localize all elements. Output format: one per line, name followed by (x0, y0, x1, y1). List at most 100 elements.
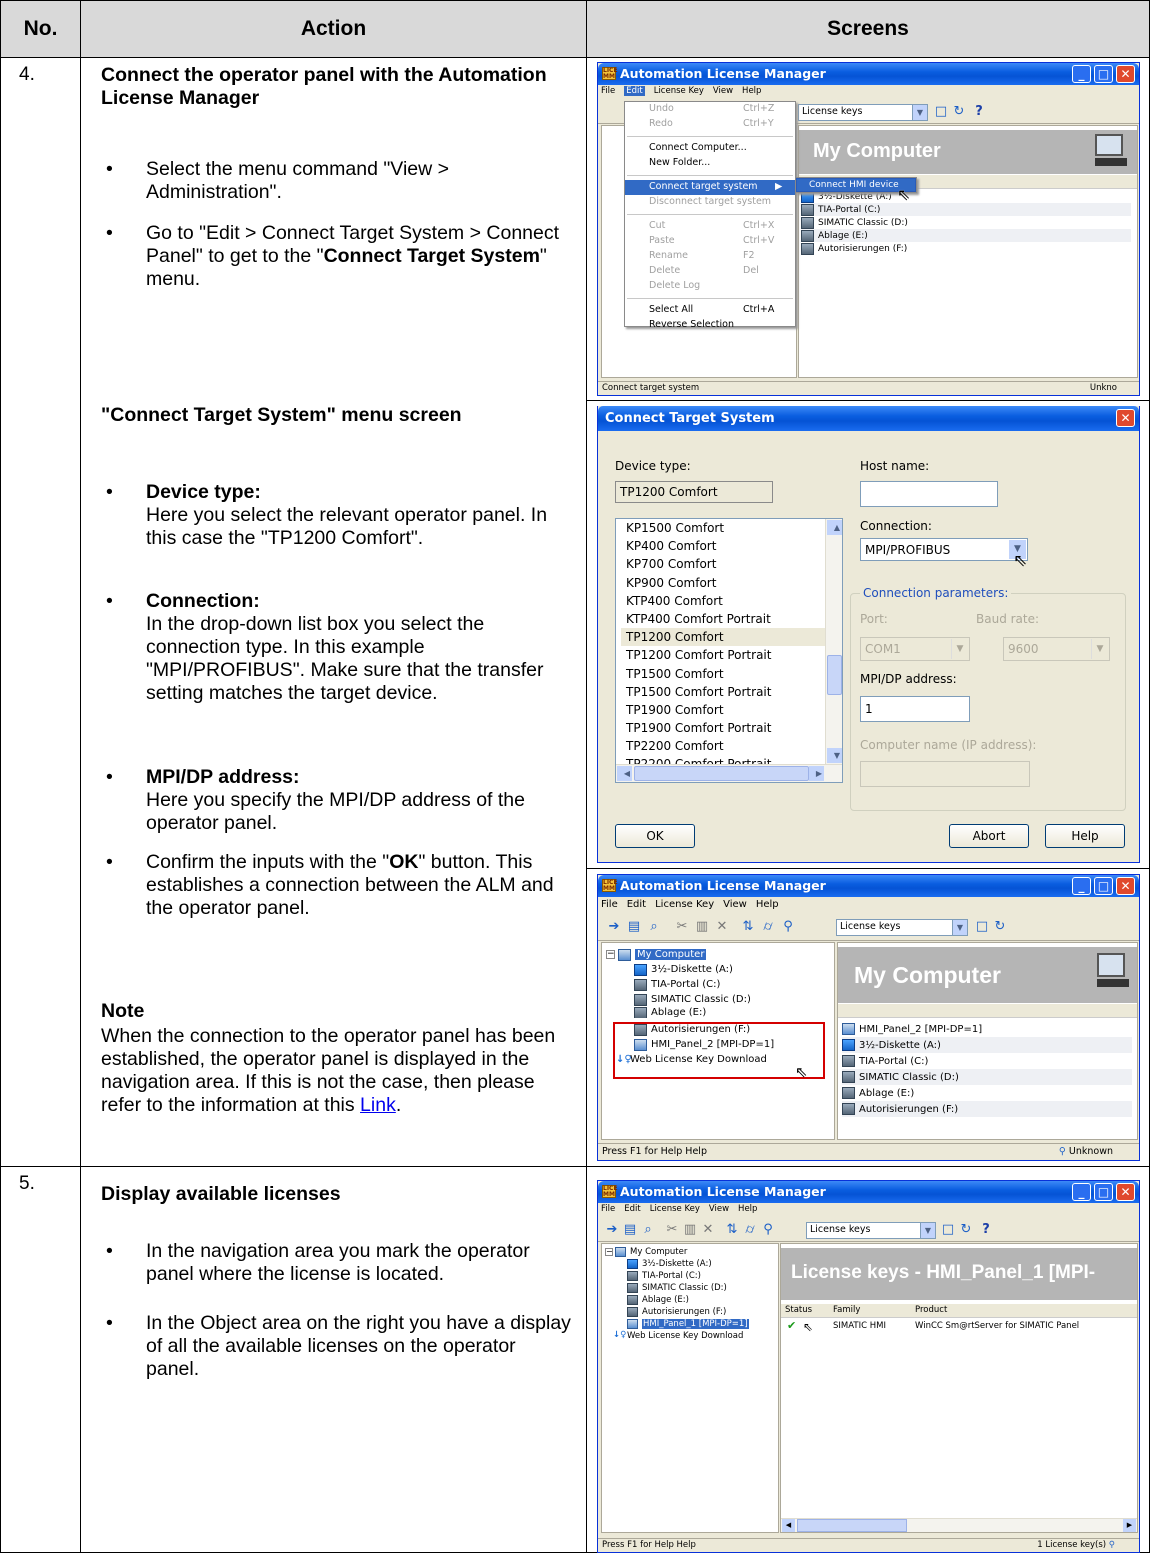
edit-menu-item[interactable]: Disconnect target system (625, 195, 795, 210)
device-list-item[interactable]: KP400 Comfort (621, 537, 842, 555)
col-family[interactable]: Family (833, 1305, 860, 1315)
help-button[interactable]: Help (1045, 824, 1125, 848)
info-link[interactable]: Link (360, 1094, 396, 1116)
edit-menu-item[interactable]: New Folder... (625, 156, 795, 171)
refresh-icon[interactable]: ↻ (958, 1222, 974, 1238)
minimize-icon[interactable]: _ (1072, 1183, 1091, 1201)
maximize-icon[interactable]: □ (1094, 877, 1113, 895)
scroll-thumb[interactable] (634, 766, 809, 781)
connect-icon[interactable]: ⇅ (724, 1222, 740, 1238)
menu-file[interactable]: File (601, 899, 618, 910)
tree-item-my-computer[interactable]: − My Computer (606, 947, 774, 962)
binoculars-icon[interactable]: ⌭ (742, 1222, 758, 1238)
port-select[interactable]: COM1 ▼ (860, 637, 970, 661)
menu-view[interactable]: View (723, 899, 747, 910)
device-list-item[interactable]: TP1900 Comfort Portrait (621, 719, 842, 737)
scrollbar[interactable]: ▲ ▼ (825, 519, 842, 764)
maximize-icon[interactable]: □ (1094, 65, 1113, 83)
view-combo[interactable]: License keys ▼ (836, 919, 968, 936)
edit-menu-item[interactable]: Delete Del (625, 264, 795, 279)
menu-edit[interactable]: Edit (624, 1204, 640, 1214)
edit-menu-item[interactable]: Rename F2 (625, 249, 795, 264)
tree-item[interactable]: Ablage (E:) (606, 1007, 774, 1018)
binoculars-icon[interactable]: ⌭ (760, 919, 776, 935)
tree-item[interactable]: SIMATIC Classic (D:) (605, 1282, 749, 1294)
edit-menu-item[interactable]: Connect Computer... (625, 141, 795, 156)
arrow-icon[interactable]: ➔ (604, 1222, 620, 1238)
list-item[interactable]: 3½-Diskette (A:) (842, 1037, 1132, 1053)
chevron-left-icon[interactable]: ◀ (782, 1519, 795, 1532)
arrow-icon[interactable]: ➔ (606, 919, 622, 935)
drive-item[interactable]: Ablage (E:) (801, 229, 1131, 242)
drive-item[interactable]: Autorisierungen (F:) (801, 242, 1131, 255)
edit-menu-item[interactable]: Undo Ctrl+Z (625, 102, 795, 117)
minimize-icon[interactable]: _ (1072, 65, 1091, 83)
mpi-address-input[interactable]: 1 (860, 696, 970, 722)
menu-help[interactable]: Help (756, 899, 779, 910)
help-icon[interactable]: ? (978, 1222, 994, 1238)
abort-button[interactable]: Abort (949, 824, 1029, 848)
users-icon[interactable]: ⚲ (780, 919, 796, 935)
menu-file[interactable]: File (601, 1204, 615, 1214)
list-item[interactable]: HMI_Panel_2 [MPI-DP=1] (842, 1021, 1132, 1037)
users-icon[interactable]: ⚲ (760, 1222, 776, 1238)
menu-file[interactable]: File (601, 86, 615, 96)
cut-icon[interactable]: ✂ (674, 919, 690, 935)
view-combo[interactable]: License keys ▼ (798, 104, 928, 121)
baud-select[interactable]: 9600 ▼ (1003, 637, 1110, 661)
menu-edit[interactable]: Edit (627, 899, 646, 910)
menu-license-key[interactable]: License Key (650, 1204, 700, 1214)
device-list-item[interactable]: TP1500 Comfort Portrait (621, 683, 842, 701)
tree-item[interactable]: TIA-Portal (C:) (605, 1270, 749, 1282)
chevron-down-icon[interactable]: ▼ (827, 748, 842, 763)
list-item[interactable]: Autorisierungen (F:) (842, 1101, 1132, 1117)
chevron-up-icon[interactable]: ▲ (827, 520, 842, 535)
list-item[interactable]: SIMATIC Classic (D:) (842, 1069, 1132, 1085)
h-scrollbar[interactable]: ◀ ▶ (781, 1518, 1137, 1532)
view-icon[interactable]: □ (974, 919, 990, 935)
menu-edit[interactable]: Edit (624, 86, 645, 96)
collapse-icon[interactable]: − (606, 950, 615, 959)
ok-button[interactable]: OK (615, 824, 695, 848)
col-status[interactable]: Status (785, 1305, 812, 1315)
device-list-item[interactable]: TP1200 Comfort (621, 628, 842, 647)
edit-menu-item[interactable]: Select All Ctrl+A (625, 303, 795, 318)
col-product[interactable]: Product (915, 1305, 947, 1315)
minimize-icon[interactable]: _ (1072, 877, 1091, 895)
computer-tool-icon[interactable]: ▤ (626, 919, 642, 935)
menu-view[interactable]: View (713, 86, 733, 96)
close-icon[interactable]: ✕ (1116, 409, 1135, 427)
menu-license-key[interactable]: License Key (655, 899, 714, 910)
device-list-item[interactable]: KP700 Comfort (621, 555, 842, 573)
menu-license-key[interactable]: License Key (654, 86, 704, 96)
device-list-item[interactable]: TP1500 Comfort (621, 665, 842, 683)
edit-menu-item[interactable]: Delete Log (625, 279, 795, 294)
chevron-right-icon[interactable]: ▶ (809, 766, 824, 781)
menu-view[interactable]: View (709, 1204, 729, 1214)
host-name-input[interactable] (860, 481, 998, 507)
drive-item[interactable]: TIA-Portal (C:) (801, 203, 1131, 216)
delete-icon[interactable]: ✕ (714, 919, 730, 935)
device-list-item[interactable]: KP900 Comfort (621, 574, 842, 592)
tree-item[interactable]: SIMATIC Classic (D:) (606, 992, 774, 1007)
device-list-item[interactable]: TP1900 Comfort (621, 701, 842, 719)
refresh-icon[interactable]: ↻ (951, 104, 967, 120)
connect-icon[interactable]: ⇅ (740, 919, 756, 935)
close-icon[interactable]: ✕ (1116, 65, 1135, 83)
close-icon[interactable]: ✕ (1116, 877, 1135, 895)
tree-item[interactable]: Ablage (E:) (605, 1294, 749, 1306)
device-list[interactable]: KP1500 Comfort KP400 Comfort KP700 Comfort… (615, 518, 843, 783)
tree-item[interactable]: Autorisierungen (F:) (605, 1306, 749, 1318)
tree-item[interactable]: 3½-Diskette (A:) (606, 962, 774, 977)
edit-menu-item[interactable]: Reverse Selection (625, 318, 795, 333)
connection-select[interactable]: MPI/PROFIBUS ▼ (860, 538, 1028, 561)
device-list-item[interactable]: TP1200 Comfort Portrait (621, 646, 842, 664)
maximize-icon[interactable]: □ (1094, 1183, 1113, 1201)
scroll-thumb[interactable] (827, 655, 842, 695)
search-icon[interactable]: ⌕ (646, 919, 662, 935)
tree-item-web-download[interactable]: ↓♀ Web License Key Download (605, 1330, 749, 1342)
delete-icon[interactable]: ✕ (700, 1222, 716, 1238)
device-list-item[interactable]: KTP400 Comfort (621, 592, 842, 610)
paste-icon[interactable]: ▥ (694, 919, 710, 935)
menu-help[interactable]: Help (742, 86, 761, 96)
